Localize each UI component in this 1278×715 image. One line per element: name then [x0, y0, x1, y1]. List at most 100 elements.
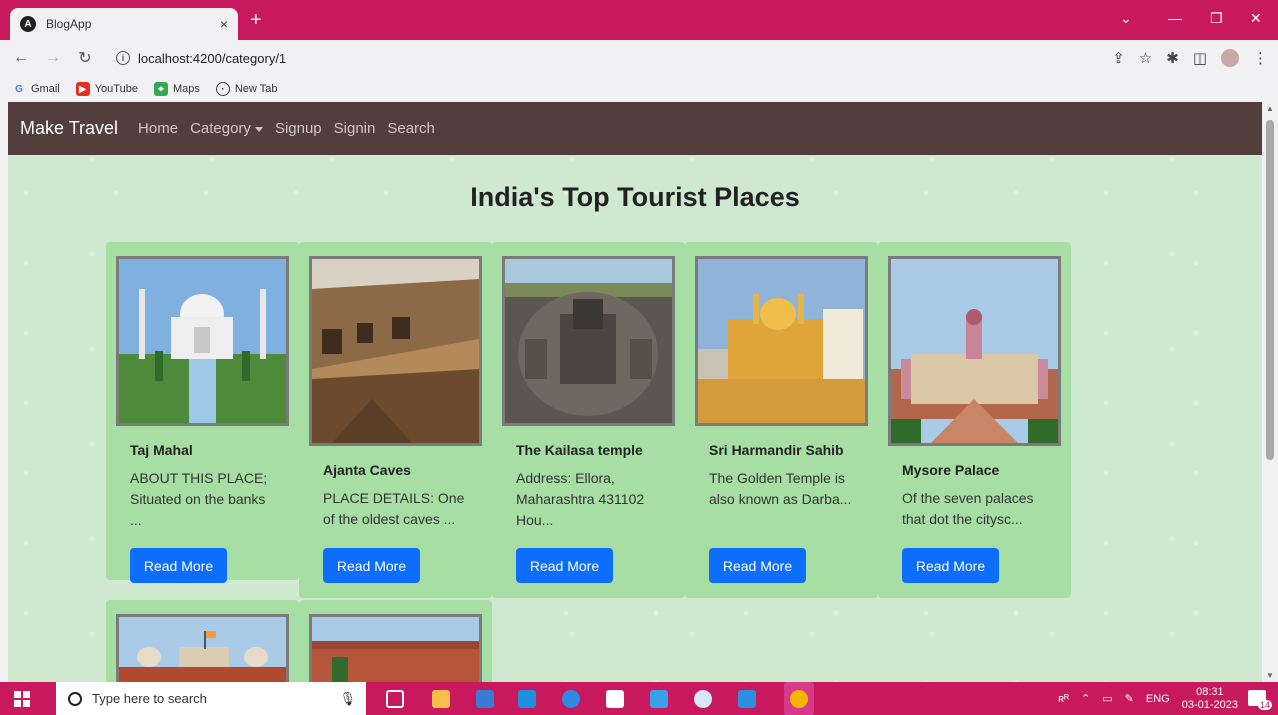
youtube-icon: ▶ — [75, 82, 90, 96]
card-body: Sri Harmandir Sahib The Golden Temple is… — [709, 442, 859, 510]
tray-chevron-icon[interactable]: ⌃ — [1081, 692, 1090, 705]
google-icon: G — [15, 83, 23, 95]
menu-icon[interactable]: ⋮ — [1253, 49, 1268, 67]
taj-mahal-image — [116, 256, 289, 426]
card-text: The Golden Temple is also known as Darba… — [709, 470, 852, 507]
chrome-icon[interactable] — [790, 690, 808, 708]
windows-logo-icon — [14, 690, 30, 707]
place-card: Mysore Palace Of the seven palaces that … — [878, 242, 1071, 598]
reload-icon[interactable]: ↻ — [74, 48, 96, 68]
site-navbar: Make Travel Home Category Signup Signin … — [8, 102, 1262, 155]
ajanta-caves-image — [309, 256, 482, 446]
language-indicator[interactable]: ENG — [1146, 693, 1170, 705]
agra-fort-image — [309, 614, 482, 682]
bookmark-maps[interactable]: ⌖ Maps — [153, 82, 200, 96]
card-title: Sri Harmandir Sahib — [709, 442, 844, 458]
microphone-icon[interactable]: 🎙 — [339, 691, 356, 707]
tab-search-icon[interactable]: ⌄ — [1120, 10, 1132, 27]
browser-tab[interactable]: A BlogApp × — [10, 8, 238, 40]
windows-taskbar: Type here to search 🎙 ʀᴿ ⌃ ▭ ✎ ENG 08:31… — [0, 682, 1278, 715]
mysore-palace-image — [888, 256, 1061, 446]
place-card — [106, 600, 299, 682]
edge-icon[interactable] — [562, 690, 580, 708]
back-icon[interactable]: ← — [10, 49, 32, 67]
taskbar-search-input[interactable]: Type here to search 🎙 — [56, 682, 366, 715]
scroll-down-arrow-icon[interactable]: ▼ — [1266, 671, 1274, 680]
vscode-icon[interactable] — [738, 690, 756, 708]
side-panel-icon[interactable]: ◫ — [1193, 49, 1207, 67]
profile-avatar[interactable] — [1221, 49, 1239, 67]
place-card — [299, 600, 492, 682]
card-body: Taj Mahal ABOUT THIS PLACE; Situated on … — [130, 442, 280, 531]
forward-icon[interactable]: → — [42, 49, 64, 67]
notification-count-badge: 14 — [1257, 700, 1272, 710]
share-icon[interactable]: ⇪ — [1112, 49, 1125, 67]
bookmark-label: New Tab — [234, 83, 278, 95]
new-tab-button[interactable]: + — [250, 10, 262, 30]
site-info-icon[interactable]: i — [116, 51, 130, 65]
pen-icon[interactable]: ✎ — [1125, 692, 1134, 705]
bookmark-gmail[interactable]: G Gmail — [12, 82, 60, 96]
tab-close-icon[interactable]: × — [220, 16, 228, 32]
installer-icon[interactable] — [650, 690, 668, 708]
read-more-button[interactable]: Read More — [516, 548, 613, 583]
kailasa-temple-image — [502, 256, 675, 426]
minimize-icon[interactable]: — — [1168, 10, 1182, 26]
people-icon[interactable]: ʀᴿ — [1058, 693, 1069, 705]
restore-icon[interactable]: ❐ — [1210, 10, 1223, 27]
url-field[interactable]: i localhost:4200/category/1 — [104, 44, 1079, 72]
mail-icon[interactable] — [518, 690, 536, 708]
nav-link-signin[interactable]: Signin — [334, 120, 376, 137]
nav-link-category[interactable]: Category — [190, 120, 263, 137]
card-body: Ajanta Caves PLACE DETAILS: One of the o… — [323, 462, 473, 530]
search-placeholder: Type here to search — [92, 691, 207, 706]
place-card: Ajanta Caves PLACE DETAILS: One of the o… — [299, 242, 492, 598]
card-text: Address: Ellora, Maharashtra 431102 Hou.… — [516, 470, 645, 528]
tab-title: BlogApp — [46, 17, 92, 31]
read-more-button[interactable]: Read More — [323, 548, 420, 583]
windows-start-button[interactable] — [0, 690, 44, 707]
page-scrollbar[interactable]: ▲ ▼ — [1262, 102, 1278, 682]
read-more-button[interactable]: Read More — [130, 548, 227, 583]
url-text: localhost:4200/category/1 — [138, 50, 287, 66]
nav-link-home[interactable]: Home — [138, 120, 178, 137]
nav-link-signup[interactable]: Signup — [275, 120, 322, 137]
nav-link-category-label: Category — [190, 120, 251, 137]
close-window-icon[interactable]: ✕ — [1250, 10, 1262, 27]
read-more-button[interactable]: Read More — [902, 548, 999, 583]
navbar-brand[interactable]: Make Travel — [20, 118, 118, 139]
dropdown-caret-icon — [254, 126, 263, 132]
store-icon[interactable] — [476, 690, 494, 708]
nav-link-search[interactable]: Search — [387, 120, 435, 137]
battery-icon[interactable]: ▭ — [1102, 692, 1112, 705]
bookmark-new-tab[interactable]: · New Tab — [215, 82, 278, 96]
app-icon[interactable] — [694, 690, 712, 708]
maps-icon: ⌖ — [153, 82, 168, 96]
bookmark-label: YouTube — [94, 83, 138, 95]
golden-temple-image — [695, 256, 868, 426]
scrollbar-thumb[interactable] — [1266, 120, 1274, 460]
scroll-up-arrow-icon[interactable]: ▲ — [1266, 104, 1274, 113]
card-title: The Kailasa temple — [516, 442, 643, 458]
angular-favicon-icon: A — [20, 16, 36, 32]
read-more-button[interactable]: Read More — [709, 548, 806, 583]
card-text: ABOUT THIS PLACE; Situated on the banks … — [130, 470, 268, 528]
clock[interactable]: 08:31 03-01-2023 — [1182, 686, 1238, 712]
card-text: Of the seven palaces that dot the citysc… — [902, 490, 1034, 527]
card-text: PLACE DETAILS: One of the oldest caves .… — [323, 490, 465, 527]
file-explorer-icon[interactable] — [432, 690, 450, 708]
bookmark-label: Gmail — [31, 83, 60, 95]
page-body: Make Travel Home Category Signup Signin … — [8, 102, 1262, 682]
task-view-icon[interactable] — [386, 690, 404, 708]
browser-tab-bar: A BlogApp × + ⌄ — ❐ ✕ — [0, 0, 1278, 40]
card-body: Mysore Palace Of the seven palaces that … — [902, 462, 1052, 530]
bookmark-youtube[interactable]: ▶ YouTube — [75, 82, 138, 96]
extensions-icon[interactable]: ✱ — [1166, 49, 1179, 67]
toolbar-icons: ⇪ ☆ ✱ ◫ ⋮ — [1112, 49, 1268, 67]
card-title: Ajanta Caves — [323, 462, 411, 478]
notepad-icon[interactable] — [606, 690, 624, 708]
bookmark-star-icon[interactable]: ☆ — [1139, 49, 1152, 67]
address-bar-row: ← → ↻ i localhost:4200/category/1 ⇪ ☆ ✱ … — [0, 40, 1278, 76]
browser-viewport: Make Travel Home Category Signup Signin … — [0, 102, 1278, 682]
place-card: Sri Harmandir Sahib The Golden Temple is… — [685, 242, 878, 598]
